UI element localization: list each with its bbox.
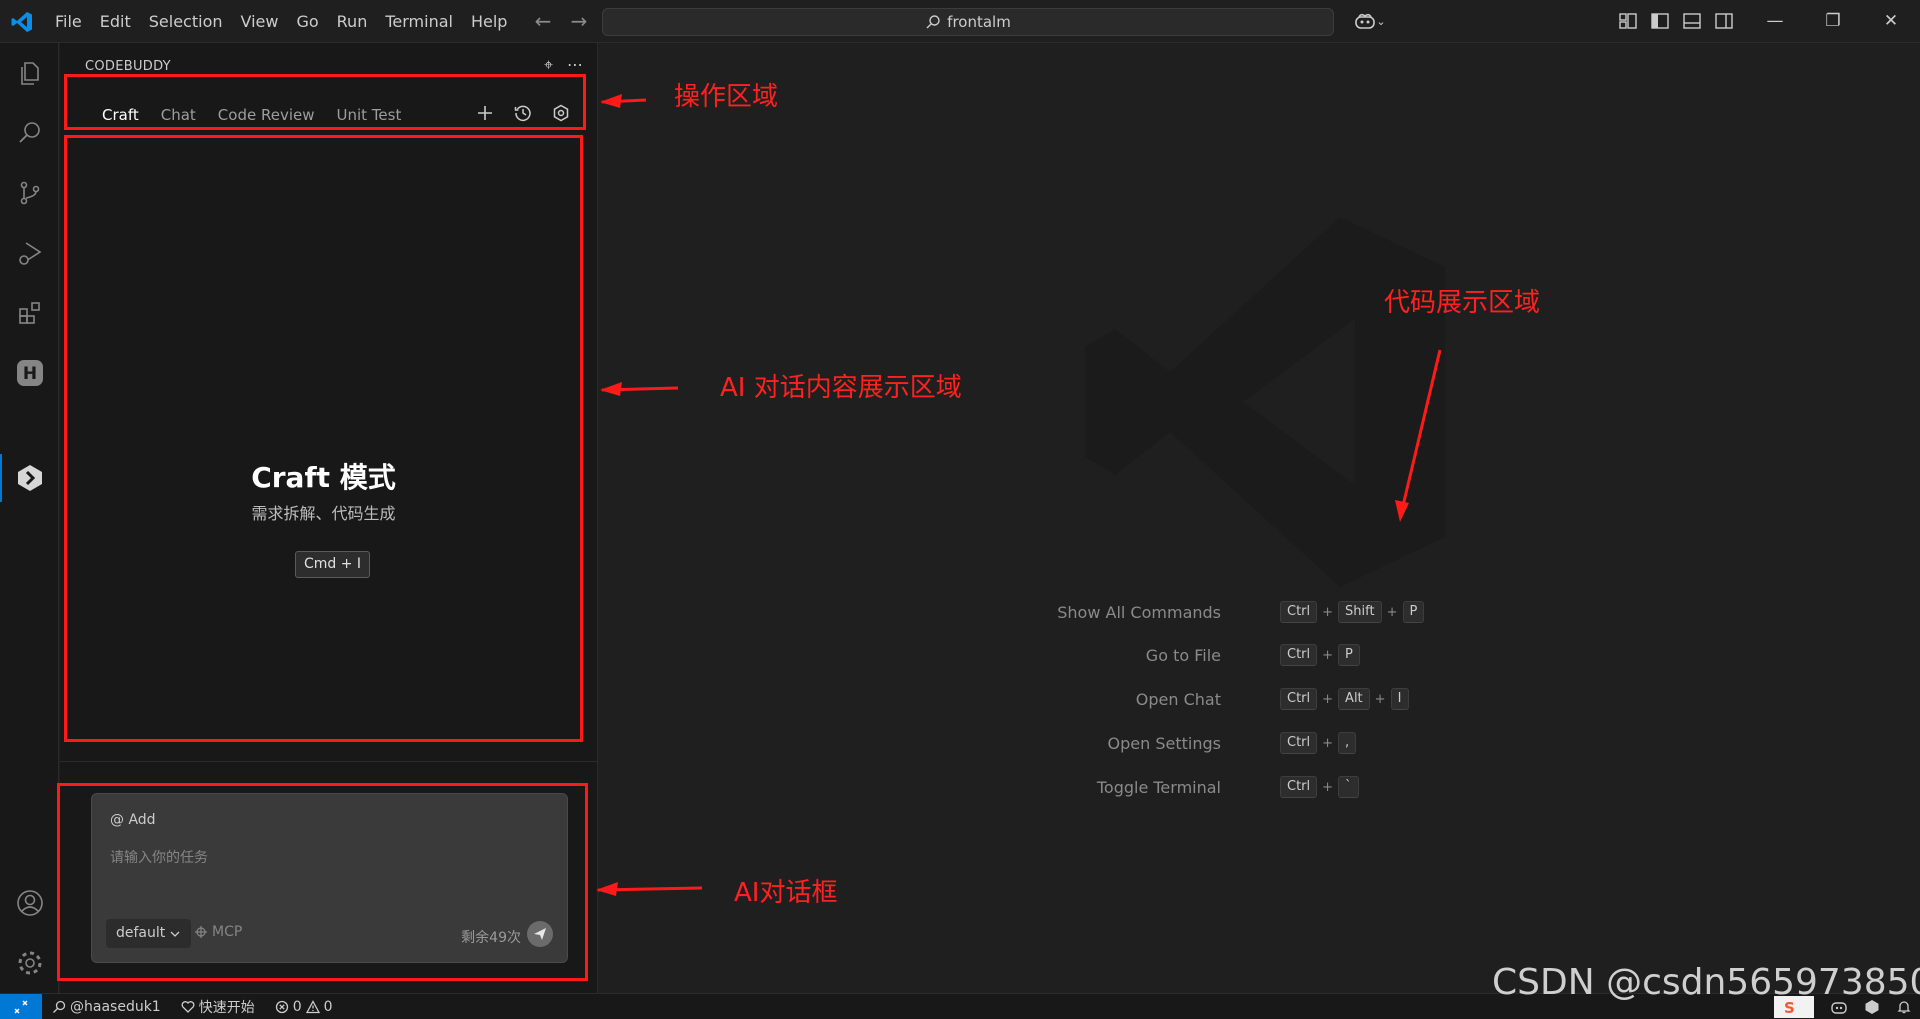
key: Ctrl [1280,601,1318,623]
annotation-ops-label: 操作区域 [674,82,779,112]
problems-item[interactable]: 0 0 [265,994,343,1019]
annotation-box-ops [64,74,586,130]
copilot-icon [1355,13,1376,29]
menu-file[interactable]: File [46,0,91,43]
shortcut-label: Go to File [1145,645,1221,665]
key: Ctrl [1280,688,1318,710]
annotation-input-label: AI对话框 [734,878,838,908]
command-center-text: frontalm [947,13,1011,31]
minimize-icon[interactable]: — [1746,0,1804,43]
annotation-code-label: 代码展示区域 [1384,288,1541,318]
search-icon [926,15,940,29]
key: Shift [1338,601,1382,623]
shortcut-label: Toggle Terminal [1096,777,1221,797]
sidebar-title-actions: ⌖ ⋯ [544,55,583,75]
more-actions-icon[interactable]: ⋯ [567,55,583,75]
navigation-arrows: ← → [530,8,592,34]
editor-area: Show All Commands Ctrl + Shift + P Go to F… [599,43,1920,993]
shortcut-row: Open Chat Ctrl + Alt + I [599,687,1920,711]
menu-bar: File Edit Selection View Go Run Terminal… [46,0,516,43]
shortcut-label: Show All Commands [1057,602,1221,622]
shortcut-row: Open Settings Ctrl + , [599,731,1920,755]
menu-go[interactable]: Go [287,0,327,43]
error-count: 0 [292,998,302,1015]
toggle-panel-icon[interactable] [1680,9,1704,33]
close-icon[interactable]: ✕ [1862,0,1920,43]
shortcut-row: Go to File Ctrl + P [599,643,1920,667]
sidebar-title: CODEBUDDY [85,59,171,74]
manage-gear-icon[interactable] [12,945,48,981]
customize-layout-icon[interactable] [1616,9,1640,33]
toggle-primary-sidebar-icon[interactable] [1648,9,1672,33]
copilot-button[interactable]: ⌄ [1348,8,1392,34]
key: Ctrl [1280,776,1318,798]
window-controls: — ❐ ✕ [1746,0,1920,43]
search-icon[interactable] [12,115,48,151]
remote-icon [14,999,28,1014]
key: , [1338,732,1357,754]
menu-edit[interactable]: Edit [91,0,140,43]
account-status-item[interactable]: @haaseduk1 [42,994,171,1019]
key: P [1338,644,1360,666]
shortcut-keys: Ctrl + , [1280,732,1357,754]
key: Ctrl [1280,732,1318,754]
active-indicator [0,454,2,502]
shortcut-keys: Ctrl + ` [1280,776,1359,798]
source-control-icon[interactable] [12,175,48,211]
explorer-icon[interactable] [12,55,48,91]
activity-bar: H [0,43,59,993]
vscode-watermark-icon [1085,217,1445,587]
vscode-logo-icon [11,12,32,32]
divider [60,761,598,762]
key: Alt [1338,688,1370,710]
chevron-down-icon: ⌄ [1376,14,1386,28]
menu-run[interactable]: Run [328,0,377,43]
key: P [1402,601,1425,623]
annotation-box-chat [64,135,583,742]
csdn-watermark: CSDN @csdn565973850 [1492,962,1920,1003]
warning-icon [305,999,320,1013]
shortcut-keys: Ctrl + P [1280,644,1360,666]
toggle-secondary-sidebar-icon[interactable] [1712,9,1736,33]
shortcut-keys: Ctrl + Shift + P [1280,601,1425,623]
menu-help[interactable]: Help [462,0,516,43]
shortcut-row: Toggle Terminal Ctrl + ` [599,775,1920,799]
shortcut-keys: Ctrl + Alt + I [1280,688,1409,710]
back-arrow-icon[interactable]: ← [530,8,556,34]
key: I [1390,688,1409,710]
quick-start-label: 快速开始 [198,999,255,1016]
annotation-chat-label: AI 对话内容展示区域 [720,373,962,403]
warning-count: 0 [323,998,333,1015]
search-icon [53,1000,66,1013]
command-center-search[interactable]: frontalm [602,8,1334,36]
key: ` [1338,776,1359,798]
h-extension-icon[interactable]: H [12,355,48,391]
mcp-hub-icon[interactable]: ⌖ [544,55,553,75]
annotation-box-input [57,783,588,981]
shortcut-row: Show All Commands Ctrl + Shift + P [599,600,1920,624]
extensions-icon[interactable] [12,295,48,331]
account-label: @haaseduk1 [70,998,161,1015]
key: Ctrl [1280,644,1318,666]
restore-icon[interactable]: ❐ [1804,0,1862,43]
menu-view[interactable]: View [232,0,288,43]
svg-text:H: H [23,364,37,384]
account-icon[interactable] [12,885,48,921]
menu-terminal[interactable]: Terminal [376,0,462,43]
heart-icon [181,1000,195,1013]
shortcut-label: Open Chat [1135,689,1221,709]
forward-arrow-icon[interactable]: → [566,8,592,34]
remote-indicator-button[interactable] [0,993,42,1019]
quick-start-item[interactable]: 快速开始 [171,994,265,1019]
shortcut-label: Open Settings [1107,733,1221,753]
error-icon [275,1000,288,1013]
title-bar: File Edit Selection View Go Run Terminal… [0,0,1920,43]
codebuddy-icon[interactable] [12,460,48,496]
layout-controls [1616,9,1736,33]
run-debug-icon[interactable] [12,235,48,271]
menu-selection[interactable]: Selection [140,0,232,43]
